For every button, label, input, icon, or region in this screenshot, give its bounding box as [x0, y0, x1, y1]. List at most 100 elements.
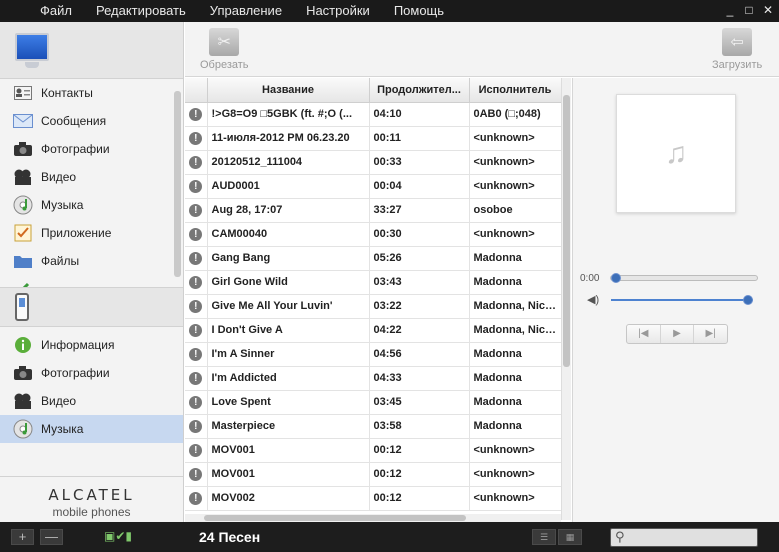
menu-help[interactable]: Помощь: [382, 0, 456, 22]
cell-artist: Madonna, Nicki...: [469, 294, 562, 319]
table-row[interactable]: ! Aug 28, 17:07 33:27 osoboe: [185, 198, 562, 223]
table-row[interactable]: ! I'm Addicted 04:33 Madonna: [185, 366, 562, 391]
next-icon[interactable]: ▶|: [694, 325, 727, 343]
scrollbar-thumb[interactable]: [563, 95, 570, 367]
film-icon: [12, 167, 34, 187]
sidebar-item-messages[interactable]: Сообщения: [0, 107, 183, 135]
sidebar-item-music[interactable]: Музыка: [0, 191, 183, 219]
table-row[interactable]: ! 20120512_111004 00:33 <unknown>: [185, 150, 562, 175]
column-artist[interactable]: Исполнитель: [469, 78, 562, 103]
cell-title: Gang Bang: [207, 246, 370, 271]
previous-icon[interactable]: |◀: [627, 325, 661, 343]
remove-button[interactable]: —: [40, 529, 63, 545]
alert-icon: !: [189, 347, 203, 361]
volume-slider[interactable]: [611, 295, 753, 305]
menu-manage[interactable]: Управление: [198, 0, 294, 22]
row-status: !: [185, 318, 208, 343]
sidebar-item-info[interactable]: Информация: [0, 331, 183, 359]
music-note-icon: ♫: [664, 136, 688, 170]
computer-stand: [25, 62, 39, 68]
grid-view-icon[interactable]: ▦: [558, 529, 582, 545]
table-row[interactable]: ! Girl Gone Wild 03:43 Madonna: [185, 270, 562, 295]
cell-duration: 00:33: [369, 150, 470, 175]
sidebar-item-photos[interactable]: Фотографии: [0, 135, 183, 163]
table-row[interactable]: ! MOV001 00:12 <unknown>: [185, 462, 562, 487]
menu-settings[interactable]: Настройки: [294, 0, 382, 22]
alert-icon: !: [189, 275, 203, 289]
table-row[interactable]: ! Love Spent 03:45 Madonna: [185, 390, 562, 415]
cell-artist: Madonna: [469, 246, 562, 271]
row-status: !: [185, 462, 208, 487]
brand-logo: ALCATEL mobile phones: [0, 476, 183, 522]
cell-title: Give Me All Your Luvin': [207, 294, 370, 319]
sync-icon: [12, 279, 34, 287]
sidebar-item-partial[interactable]: [0, 275, 183, 287]
upload-button[interactable]: ⇦ Загрузить: [712, 28, 762, 71]
search-input[interactable]: ⚲: [610, 528, 758, 547]
table-row[interactable]: ! CAM00040 00:30 <unknown>: [185, 222, 562, 247]
list-view-icon[interactable]: ☰: [532, 529, 556, 545]
column-title[interactable]: Название: [207, 78, 370, 103]
computer-header[interactable]: [0, 22, 183, 79]
table-row[interactable]: ! AUD0001 00:04 <unknown>: [185, 174, 562, 199]
cell-duration: 00:04: [369, 174, 470, 199]
brand-name: ALCATEL: [48, 486, 135, 504]
cell-duration: 03:58: [369, 414, 470, 439]
close-icon[interactable]: ✕: [763, 4, 773, 17]
folder-icon: [12, 251, 34, 271]
table-row[interactable]: ! I'm A Sinner 04:56 Madonna: [185, 342, 562, 367]
cell-title: MOV001: [207, 462, 370, 487]
table-vertical-scrollbar[interactable]: [561, 78, 571, 520]
table-row[interactable]: ! Gang Bang 05:26 Madonna: [185, 246, 562, 271]
table-row[interactable]: ! Masterpiece 03:58 Madonna: [185, 414, 562, 439]
row-status: !: [185, 342, 208, 367]
play-icon[interactable]: ▶: [661, 325, 695, 343]
cell-title: MOV002: [207, 486, 370, 511]
menu-edit[interactable]: Редактировать: [84, 0, 198, 22]
status-bar: + — ▣✔▮ 24 Песен ☰ ▦ ⚲: [0, 522, 779, 552]
sidebar-item-contacts[interactable]: Контакты: [0, 79, 183, 107]
table-row[interactable]: ! MOV002 00:12 <unknown>: [185, 486, 562, 511]
window-controls: _ □ ✕: [725, 4, 773, 17]
sidebar-item-device-photos[interactable]: Фотографии: [0, 359, 183, 387]
table-row[interactable]: ! MOV001 00:12 <unknown>: [185, 438, 562, 463]
trim-button[interactable]: ✂ Обрезать: [200, 28, 249, 71]
cell-title: 20120512_111004: [207, 150, 370, 175]
cell-title: AUD0001: [207, 174, 370, 199]
table-row[interactable]: ! I Don't Give A 04:22 Madonna, Nicki...: [185, 318, 562, 343]
menu-file[interactable]: Файл: [28, 0, 84, 22]
sidebar-item-device-music[interactable]: Музыка: [0, 415, 183, 443]
table-row[interactable]: ! !>G8=O9 □5GBK (ft. #;O (... 04:10 0AB0 (□…: [185, 102, 562, 127]
table-row[interactable]: ! Give Me All Your Luvin' 03:22 Madonna, Ni…: [185, 294, 562, 319]
add-button[interactable]: +: [11, 529, 34, 545]
progress-slider[interactable]: [610, 273, 758, 283]
scrollbar-thumb[interactable]: [204, 515, 466, 521]
cell-artist: Madonna: [469, 342, 562, 367]
progress-knob[interactable]: [611, 273, 621, 283]
cell-duration: 04:10: [369, 102, 470, 127]
cell-duration: 03:43: [369, 270, 470, 295]
row-status: !: [185, 486, 208, 511]
column-status[interactable]: [185, 78, 208, 103]
cell-artist: <unknown>: [469, 486, 562, 511]
sidebar-item-device-video[interactable]: Видео: [0, 387, 183, 415]
sidebar-item-files[interactable]: Файлы: [0, 247, 183, 275]
table-row[interactable]: ! 11-июля-2012 PM 06.23.20 00:11 <unknown>: [185, 126, 562, 151]
volume-knob[interactable]: [743, 295, 753, 305]
sidebar-item-apps[interactable]: Приложение: [0, 219, 183, 247]
maximize-icon[interactable]: □: [744, 4, 754, 17]
search-icon: ⚲: [615, 529, 625, 544]
minimize-icon[interactable]: _: [725, 4, 735, 17]
cell-artist: <unknown>: [469, 222, 562, 247]
table-header: Название Продолжител... Исполнитель: [185, 78, 562, 103]
speaker-icon[interactable]: ◀): [587, 293, 599, 306]
cell-duration: 03:45: [369, 390, 470, 415]
cell-artist: Madonna, Nicki...: [469, 318, 562, 343]
trim-label: Обрезать: [200, 59, 249, 71]
device-header[interactable]: [0, 287, 183, 327]
column-duration[interactable]: Продолжител...: [369, 78, 470, 103]
sidebar-item-video[interactable]: Видео: [0, 163, 183, 191]
sidebar-scrollbar[interactable]: [174, 91, 181, 277]
row-status: !: [185, 270, 208, 295]
table-horizontal-scrollbar[interactable]: [185, 514, 561, 522]
